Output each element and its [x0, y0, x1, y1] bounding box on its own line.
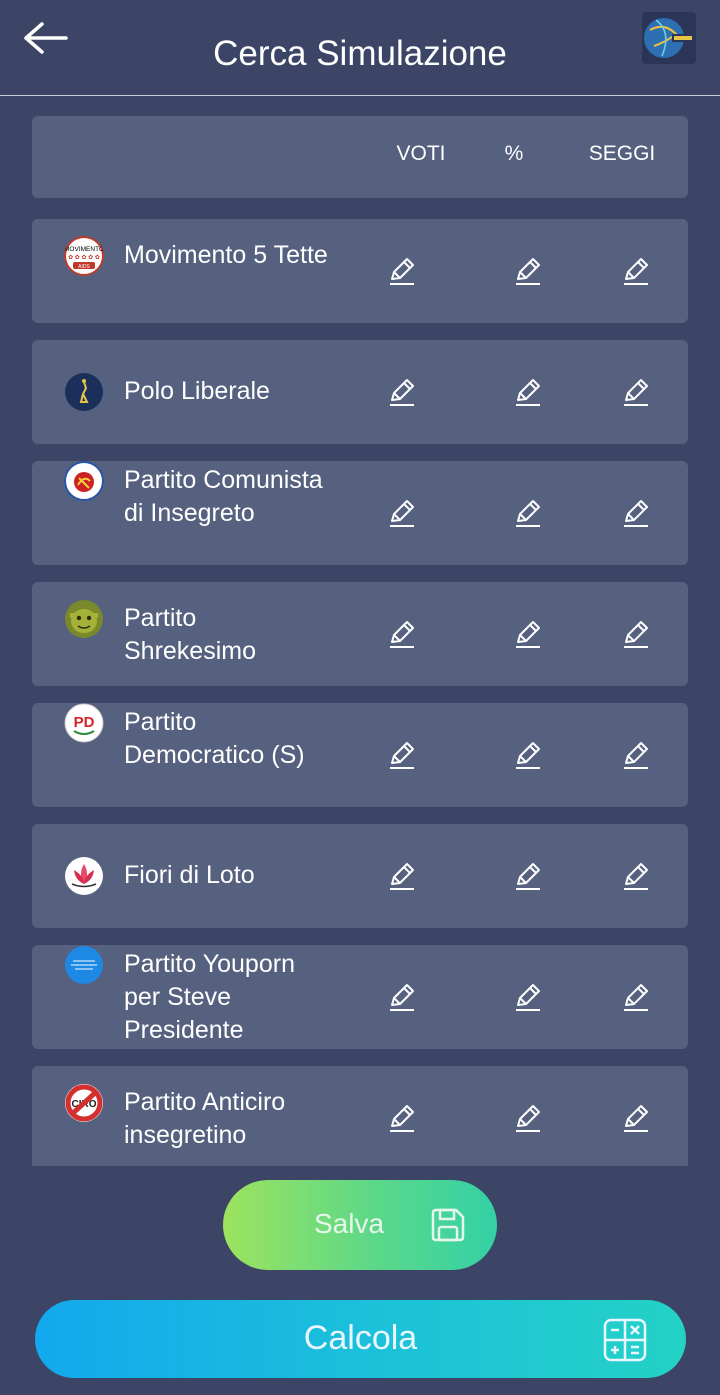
- edit-voti-button[interactable]: [387, 377, 417, 407]
- logo-text: AIDS: [78, 264, 90, 270]
- party-name: Partito Democratico (S): [124, 708, 305, 769]
- party-row: Partito Youporn per Steve Presidente: [32, 945, 688, 1049]
- floppy-disk-icon: [431, 1208, 465, 1242]
- party-list[interactable]: MOVIMENTO ✿ ✿ ✿ ✿ ✿ AIDS Movimento 5 Tet…: [32, 219, 688, 1166]
- party-name: Partito Comunista di Insegreto: [124, 466, 323, 527]
- pd-logo-icon: PD: [64, 703, 104, 743]
- party-row: Partito Comunista di Insegreto: [32, 461, 688, 565]
- pencil-icon: [624, 1105, 648, 1132]
- edit-seggi-button[interactable]: [621, 740, 651, 770]
- party-name: Fiori di Loto: [124, 861, 255, 889]
- youporn-logo-icon: [64, 945, 104, 985]
- edit-percent-button[interactable]: [513, 982, 543, 1012]
- pencil-icon: [624, 984, 648, 1011]
- pencil-icon: [390, 258, 414, 285]
- svg-text:✿ ✿ ✿ ✿ ✿: ✿ ✿ ✿ ✿ ✿: [68, 254, 100, 261]
- pencil-icon: [390, 621, 414, 648]
- party-name: Partito Youporn per Steve Presidente: [124, 950, 295, 1044]
- column-header-percent: %: [504, 142, 524, 165]
- pencil-icon: [516, 1105, 540, 1132]
- pencil-icon: [624, 742, 648, 769]
- page-title: Cerca Simulazione: [213, 34, 507, 73]
- edit-percent-button[interactable]: [513, 498, 543, 528]
- pencil-icon: [390, 500, 414, 527]
- column-header-seggi: SEGGI: [588, 142, 656, 165]
- edit-percent-button[interactable]: [513, 619, 543, 649]
- party-row: MOVIMENTO ✿ ✿ ✿ ✿ ✿ AIDS Movimento 5 Tet…: [32, 219, 688, 323]
- edit-seggi-button[interactable]: [621, 619, 651, 649]
- edit-percent-button[interactable]: [513, 861, 543, 891]
- logo-text: MOVIMENTO: [64, 246, 104, 253]
- party-row: Fiori di Loto: [32, 824, 688, 928]
- partito-comunista-logo-icon: [64, 461, 104, 501]
- pencil-icon: [624, 258, 648, 285]
- pencil-icon: [624, 621, 648, 648]
- party-name: Partito Shrekesimo: [124, 604, 256, 665]
- calculate-button[interactable]: Calcola: [35, 1300, 686, 1378]
- party-name: Partito Anticiro insegretino: [124, 1088, 286, 1149]
- pencil-icon: [624, 500, 648, 527]
- party-row: PD Partito Democratico (S): [32, 703, 688, 807]
- party-name: Polo Liberale: [124, 377, 270, 405]
- edit-voti-button[interactable]: [387, 256, 417, 286]
- pencil-icon: [516, 500, 540, 527]
- edit-percent-button[interactable]: [513, 256, 543, 286]
- pencil-icon: [516, 379, 540, 406]
- party-row: Polo Liberale: [32, 340, 688, 444]
- pencil-icon: [516, 863, 540, 890]
- pencil-icon: [390, 742, 414, 769]
- calculate-button-label: Calcola: [303, 1319, 418, 1357]
- app-header: Cerca Simulazione: [0, 0, 720, 96]
- app-logo: [642, 12, 696, 64]
- edit-seggi-button[interactable]: [621, 498, 651, 528]
- edit-seggi-button[interactable]: [621, 1103, 651, 1133]
- edit-voti-button[interactable]: [387, 861, 417, 891]
- pencil-icon: [390, 1105, 414, 1132]
- edit-voti-button[interactable]: [387, 1103, 417, 1133]
- column-header-voti: VOTI: [396, 142, 446, 165]
- logo-text: PD: [74, 714, 95, 731]
- party-row: Partito Shrekesimo: [32, 582, 688, 686]
- polo-liberale-logo-icon: [64, 372, 104, 412]
- lotus-logo-icon: [64, 856, 104, 896]
- pencil-icon: [516, 621, 540, 648]
- pencil-icon: [390, 863, 414, 890]
- calculator-icon: [603, 1318, 647, 1362]
- table-header: VOTI % SEGGI: [32, 116, 688, 198]
- edit-percent-button[interactable]: [513, 377, 543, 407]
- edit-voti-button[interactable]: [387, 498, 417, 528]
- party-row: CIRO Partito Anticiro insegretino: [32, 1066, 688, 1166]
- edit-voti-button[interactable]: [387, 619, 417, 649]
- globe-logo-icon: [644, 18, 694, 58]
- no-ciro-logo-icon: CIRO: [64, 1083, 104, 1123]
- pencil-icon: [390, 984, 414, 1011]
- edit-seggi-button[interactable]: [621, 256, 651, 286]
- save-button[interactable]: Salva: [223, 1180, 497, 1270]
- pencil-icon: [624, 863, 648, 890]
- pencil-icon: [516, 742, 540, 769]
- pencil-icon: [390, 379, 414, 406]
- shrek-logo-icon: [64, 599, 104, 639]
- movimento-5-tette-logo-icon: MOVIMENTO ✿ ✿ ✿ ✿ ✿ AIDS: [64, 236, 104, 276]
- edit-percent-button[interactable]: [513, 740, 543, 770]
- edit-seggi-button[interactable]: [621, 861, 651, 891]
- edit-percent-button[interactable]: [513, 1103, 543, 1133]
- edit-voti-button[interactable]: [387, 740, 417, 770]
- party-name: Movimento 5 Tette: [124, 241, 328, 269]
- pencil-icon: [516, 258, 540, 285]
- pencil-icon: [516, 984, 540, 1011]
- edit-voti-button[interactable]: [387, 982, 417, 1012]
- edit-seggi-button[interactable]: [621, 377, 651, 407]
- pencil-icon: [624, 379, 648, 406]
- edit-seggi-button[interactable]: [621, 982, 651, 1012]
